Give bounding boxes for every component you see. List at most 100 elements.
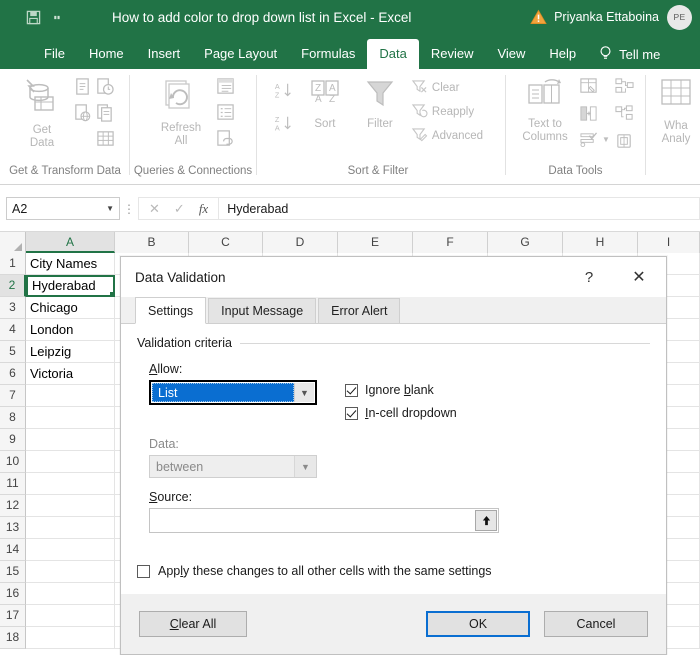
warning-triangle-icon[interactable]: [530, 9, 546, 25]
tab-error-alert[interactable]: Error Alert: [318, 298, 400, 323]
tab-insert[interactable]: Insert: [136, 39, 193, 69]
tab-review[interactable]: Review: [419, 39, 486, 69]
column-header-e[interactable]: E: [338, 232, 413, 253]
cell-a13[interactable]: [26, 517, 115, 539]
row-header[interactable]: 14: [0, 539, 26, 561]
tab-home[interactable]: Home: [77, 39, 136, 69]
cell-a2[interactable]: Hyderabad: [26, 275, 115, 297]
clear-all-button[interactable]: Clear All: [139, 611, 247, 637]
cell-a3[interactable]: Chicago: [26, 297, 115, 319]
data-validation-button[interactable]: ▼: [578, 131, 610, 148]
avatar[interactable]: PE: [667, 5, 692, 30]
row-header[interactable]: 8: [0, 407, 26, 429]
help-icon[interactable]: ?: [566, 257, 612, 297]
save-icon[interactable]: [22, 6, 44, 28]
text-to-columns-button[interactable]: Text to Columns: [516, 73, 574, 144]
apply-all-checkbox[interactable]: [137, 565, 150, 578]
source-input-wrapper[interactable]: [149, 508, 499, 533]
cell-a16[interactable]: [26, 583, 115, 605]
row-header[interactable]: 4: [0, 319, 26, 341]
tab-formulas[interactable]: Formulas: [289, 39, 367, 69]
sort-descending-icon[interactable]: ZA: [273, 114, 295, 139]
row-header[interactable]: 3: [0, 297, 26, 319]
tab-data[interactable]: Data: [367, 39, 418, 69]
flash-fill-icon[interactable]: [578, 77, 610, 101]
tab-settings[interactable]: Settings: [135, 297, 206, 324]
reapply-filter-button[interactable]: Reapply: [411, 103, 483, 121]
row-header[interactable]: 16: [0, 583, 26, 605]
what-if-analysis-button[interactable]: Wha Analy: [648, 73, 700, 146]
close-icon[interactable]: ✕: [612, 257, 666, 297]
more-commands-icon[interactable]: [46, 6, 68, 28]
cell-a9[interactable]: [26, 429, 115, 451]
from-table-range-icon[interactable]: [95, 129, 116, 153]
tab-input-message[interactable]: Input Message: [208, 298, 316, 323]
ok-button[interactable]: OK: [426, 611, 530, 637]
row-header[interactable]: 1: [0, 253, 26, 275]
column-header-h[interactable]: H: [563, 232, 638, 253]
allow-dropdown[interactable]: List ▼: [149, 380, 317, 405]
column-header-c[interactable]: C: [189, 232, 263, 253]
enter-check-icon[interactable]: ✓: [174, 201, 185, 217]
formula-input[interactable]: Hyderabad: [218, 197, 700, 220]
from-text-csv-icon[interactable]: [73, 77, 92, 101]
row-header[interactable]: 2: [0, 275, 26, 297]
fx-icon[interactable]: fx: [199, 201, 208, 217]
row-header[interactable]: 12: [0, 495, 26, 517]
cell-a1[interactable]: City Names: [26, 253, 115, 275]
get-data-button[interactable]: Get Data: [14, 73, 70, 150]
cell-a7[interactable]: [26, 385, 115, 407]
incell-dropdown-checkbox[interactable]: [345, 407, 358, 420]
row-header[interactable]: 6: [0, 363, 26, 385]
cell-a8[interactable]: [26, 407, 115, 429]
recent-sources-icon[interactable]: [95, 77, 114, 101]
account-name[interactable]: Priyanka Ettaboina: [554, 10, 659, 24]
row-header[interactable]: 11: [0, 473, 26, 495]
cell-a15[interactable]: [26, 561, 115, 583]
cell-a14[interactable]: [26, 539, 115, 561]
cell-a4[interactable]: London: [26, 319, 115, 341]
from-web-icon[interactable]: [73, 103, 92, 127]
relationships-icon[interactable]: [614, 104, 635, 128]
column-header-b[interactable]: B: [115, 232, 189, 253]
column-header-i[interactable]: I: [638, 232, 700, 253]
column-header-d[interactable]: D: [263, 232, 338, 253]
manage-data-model-icon[interactable]: [614, 131, 635, 155]
tell-me-box[interactable]: Tell me: [588, 39, 660, 69]
cell-a5[interactable]: Leipzig: [26, 341, 115, 363]
tab-page-layout[interactable]: Page Layout: [192, 39, 289, 69]
select-all-corner[interactable]: [0, 232, 26, 253]
cancel-button[interactable]: Cancel: [544, 611, 648, 637]
tab-file[interactable]: File: [32, 39, 77, 69]
row-header[interactable]: 5: [0, 341, 26, 363]
filter-button[interactable]: Filter: [355, 73, 405, 131]
row-header[interactable]: 13: [0, 517, 26, 539]
chevron-down-icon[interactable]: ▼: [294, 383, 314, 402]
cell-a6[interactable]: Victoria: [26, 363, 115, 385]
row-header[interactable]: 17: [0, 605, 26, 627]
clear-filter-button[interactable]: Clear: [411, 79, 483, 97]
cell-a17[interactable]: [26, 605, 115, 627]
advanced-filter-button[interactable]: Advanced: [411, 127, 483, 145]
tab-help[interactable]: Help: [537, 39, 588, 69]
ignore-blank-checkbox[interactable]: [345, 384, 358, 397]
source-input[interactable]: [150, 509, 475, 532]
cell-a18[interactable]: [26, 627, 115, 649]
row-header[interactable]: 7: [0, 385, 26, 407]
tab-view[interactable]: View: [485, 39, 537, 69]
sort-ascending-icon[interactable]: AZ: [273, 81, 295, 106]
column-header-f[interactable]: F: [413, 232, 488, 253]
consolidate-icon[interactable]: [614, 77, 635, 101]
remove-duplicates-icon[interactable]: [578, 104, 610, 128]
queries-connections-icon[interactable]: [215, 77, 236, 101]
formula-bar-handle[interactable]: ⋮: [120, 202, 138, 216]
row-header[interactable]: 9: [0, 429, 26, 451]
ignore-blank-row[interactable]: Ignore blank: [345, 383, 457, 397]
column-header-g[interactable]: G: [488, 232, 563, 253]
existing-connections-icon[interactable]: [95, 103, 114, 127]
row-header[interactable]: 10: [0, 451, 26, 473]
refresh-all-button[interactable]: Refresh All: [150, 73, 212, 148]
cell-a10[interactable]: [26, 451, 115, 473]
name-box[interactable]: A2 ▼: [6, 197, 120, 220]
incell-dropdown-row[interactable]: In-cell dropdown: [345, 406, 457, 420]
